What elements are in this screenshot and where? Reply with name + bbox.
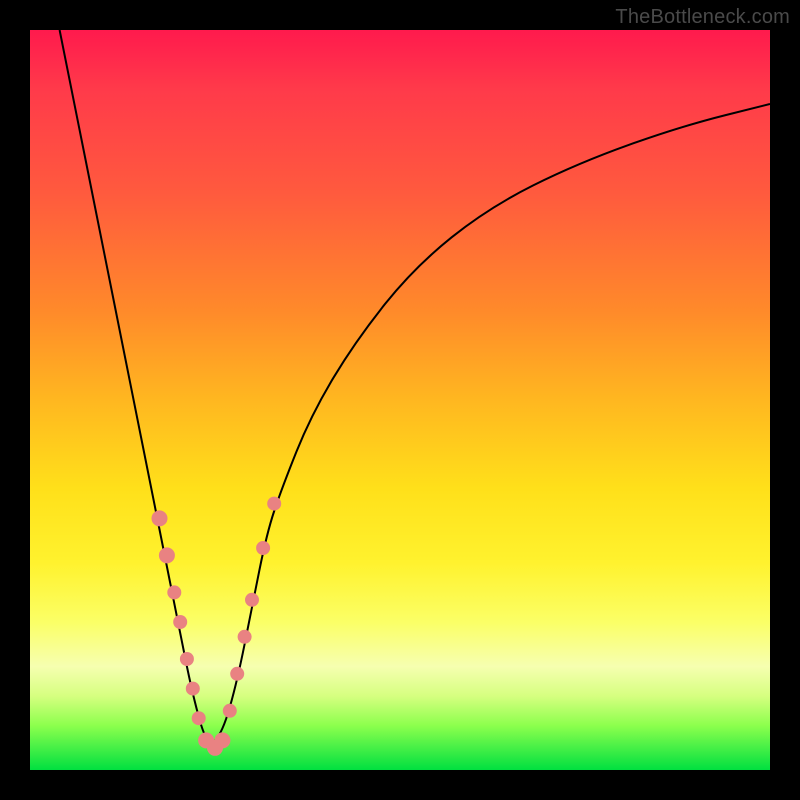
highlight-bead [180,652,194,666]
chart-plot-area [30,30,770,770]
highlight-bead [245,593,259,607]
highlight-bead [214,732,230,748]
highlight-bead [159,547,175,563]
highlight-bead [192,711,206,725]
highlight-bead [230,667,244,681]
chart-overlay-svg [30,30,770,770]
highlight-bead [152,510,168,526]
highlight-bead [167,585,181,599]
highlight-beads-group [152,497,282,756]
bottleneck-curve [60,30,770,742]
highlight-bead [267,497,281,511]
highlight-bead [173,615,187,629]
highlight-bead [238,630,252,644]
watermark-text: TheBottleneck.com [615,6,790,29]
highlight-bead [186,682,200,696]
highlight-bead [223,704,237,718]
chart-frame: TheBottleneck.com [0,0,800,800]
highlight-bead [256,541,270,555]
